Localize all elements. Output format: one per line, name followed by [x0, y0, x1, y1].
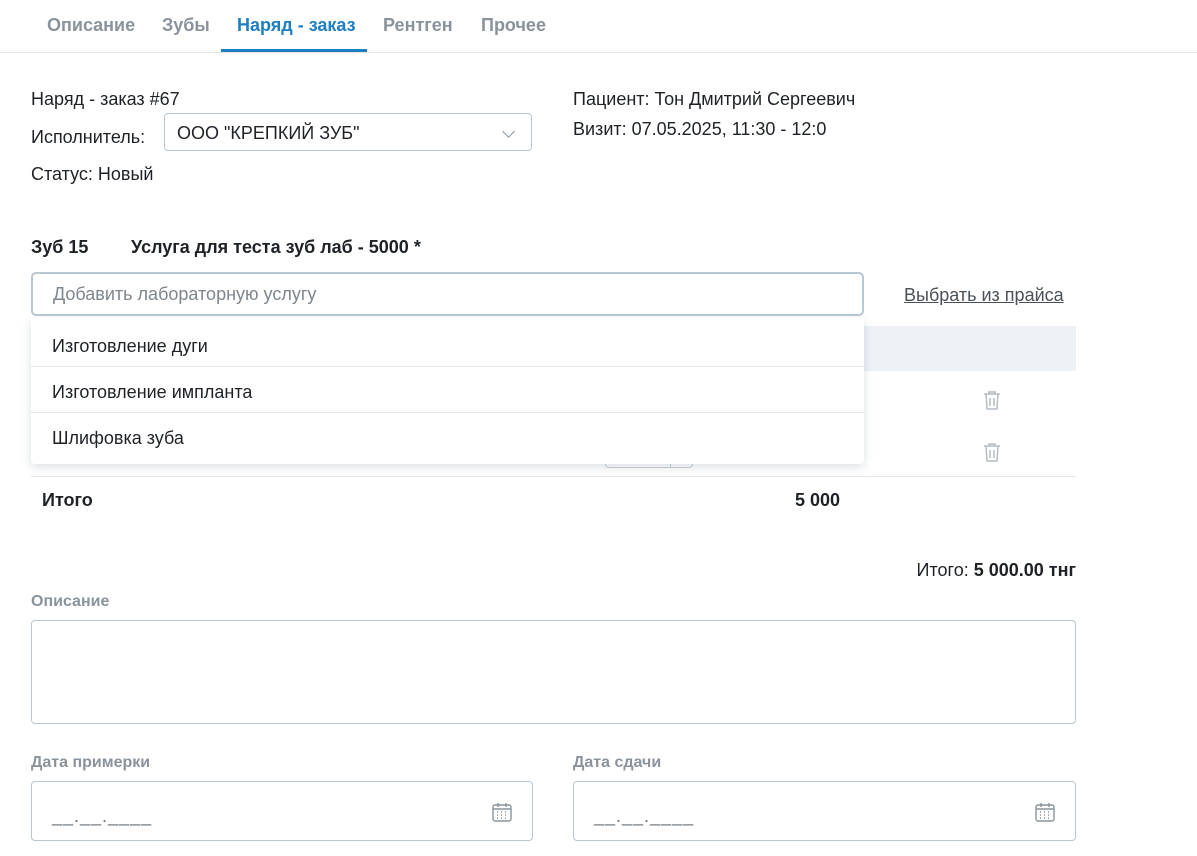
dropdown-option[interactable]: Изготовление импланта [31, 367, 864, 413]
summary-value: 5 000.00 тнг [973, 560, 1076, 580]
delivery-date-label: Дата сдачи [573, 754, 662, 771]
order-title: Наряд - заказ #67 [31, 89, 180, 109]
delivery-date-input[interactable]: __.__.____ [573, 781, 1076, 841]
fitting-date-input[interactable]: __.__.____ [31, 781, 533, 841]
service-dropdown: Изготовление дуги Изготовление импланта … [31, 318, 864, 464]
tab-teeth[interactable]: Зубы [162, 15, 210, 36]
order-status: Статус: Новый [31, 164, 154, 184]
date-mask: __.__.____ [594, 806, 695, 826]
calendar-icon[interactable] [491, 801, 513, 823]
executor-value: ООО "КРЕПКИЙ ЗУБ" [177, 123, 360, 143]
executor-select[interactable]: ООО "КРЕПКИЙ ЗУБ" [164, 113, 532, 151]
order-summary: Итого: 5 000.00 тнг [700, 560, 1076, 581]
tab-xray[interactable]: Рентген [383, 15, 453, 36]
active-tab-indicator [221, 49, 367, 52]
dropdown-option[interactable]: Изготовление дуги [31, 321, 864, 367]
description-label: Описание [31, 593, 110, 610]
tab-work-order[interactable]: Наряд - заказ [237, 15, 356, 36]
tab-bar: Описание Зубы Наряд - заказ Рентген Проч… [0, 0, 1197, 53]
chevron-down-icon [502, 125, 515, 138]
visit-info: Визит: 07.05.2025, 11:30 - 12:0 [573, 119, 827, 139]
description-textarea[interactable] [31, 620, 1076, 724]
dropdown-option[interactable]: Шлифовка зуба [31, 413, 864, 459]
table-divider [31, 476, 1076, 477]
summary-label: Итого: [916, 560, 969, 580]
date-mask: __.__.____ [52, 806, 153, 826]
executor-label: Исполнитель: [31, 127, 146, 147]
trash-icon[interactable] [982, 441, 1002, 463]
calendar-icon[interactable] [1034, 801, 1056, 823]
patient-name: Пациент: Тон Дмитрий Сергеевич [573, 89, 856, 109]
tooth-total-label: Итого [42, 490, 93, 510]
trash-icon[interactable] [982, 389, 1002, 411]
tab-description[interactable]: Описание [47, 15, 135, 36]
tooth-label: Зуб 15 [31, 237, 89, 257]
tab-other[interactable]: Прочее [481, 15, 546, 36]
lab-service-search-input[interactable] [31, 272, 864, 316]
service-label: Услуга для теста зуб лаб - 5000 * [131, 237, 421, 257]
select-from-price-link[interactable]: Выбрать из прайса [904, 285, 1064, 306]
tooth-total-value: 5 000 [795, 490, 841, 510]
fitting-date-label: Дата примерки [31, 754, 151, 771]
